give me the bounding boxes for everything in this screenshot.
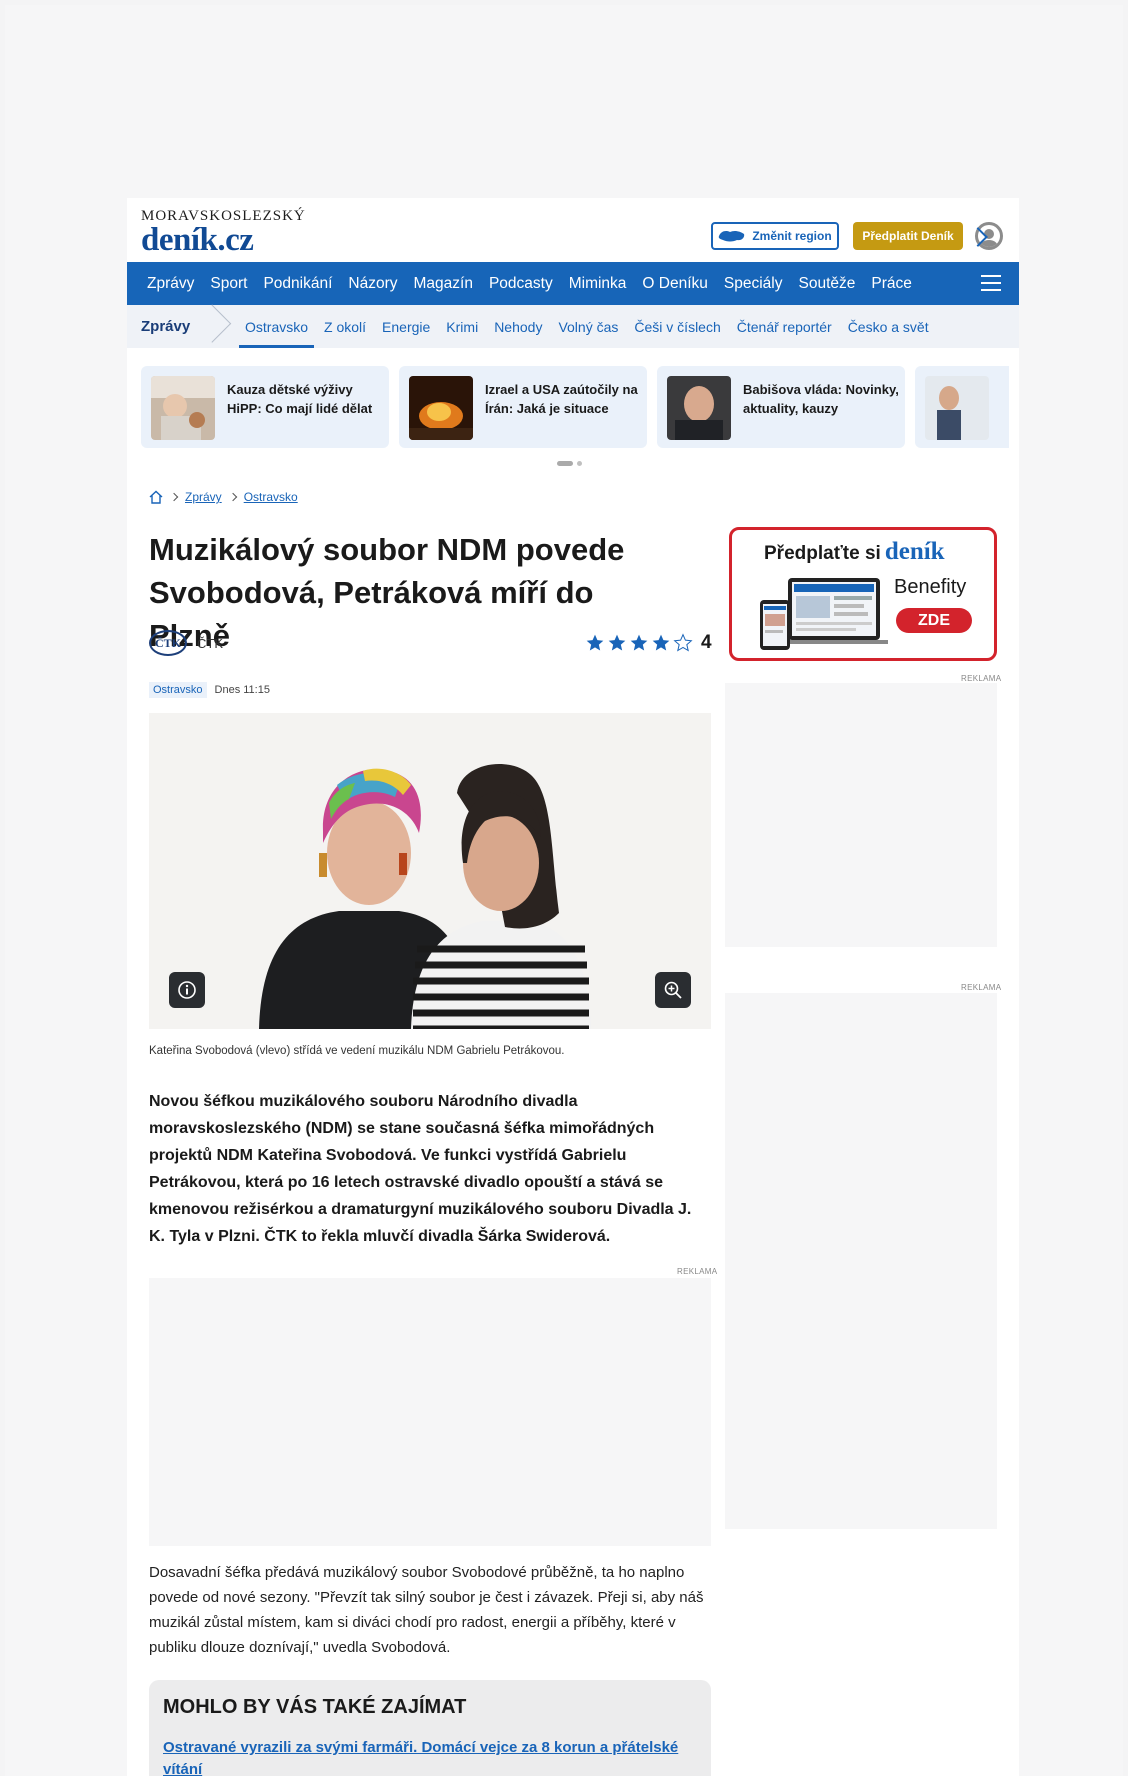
- teaser-title: Kauza dětské výživy HiPP: Co mají lidé d…: [227, 382, 373, 416]
- teaser-card[interactable]: [915, 366, 1009, 448]
- chevron-right-icon: [228, 492, 237, 502]
- teaser-thumbnail: [151, 376, 215, 440]
- related-articles: MOHLO BY VÁS TAKÉ ZAJÍMAT Ostravané vyra…: [149, 1680, 711, 1776]
- subnav-separator: [205, 305, 219, 348]
- carousel-dots: [557, 461, 582, 466]
- breadcrumb: Zprávy Ostravsko: [149, 490, 298, 504]
- article-time: Dnes 11:15: [214, 684, 270, 696]
- article-tag[interactable]: Ostravsko: [149, 682, 207, 698]
- breadcrumb-link-ostravsko[interactable]: Ostravsko: [244, 490, 298, 504]
- nav-item-o-deniku[interactable]: O Deníku: [634, 275, 715, 293]
- sidebar-ad-slot[interactable]: [725, 993, 997, 1529]
- teaser-thumbnail: [409, 376, 473, 440]
- nav-item-miminka[interactable]: Miminka: [561, 275, 635, 293]
- chevron-right-icon: [169, 492, 179, 502]
- promo-brand: deník: [884, 538, 945, 565]
- subnav-item-ostravsko[interactable]: Ostravsko: [237, 305, 316, 348]
- subnav-item-krimi[interactable]: Krimi: [438, 305, 486, 348]
- subscription-promo[interactable]: Předplaťte si deník Benefity ZDE: [729, 527, 997, 661]
- subnav-item-cesi-v-cislech[interactable]: Češi v číslech: [626, 305, 728, 348]
- ad-slot[interactable]: [149, 1278, 711, 1546]
- article-source: ČTK ČTK: [149, 630, 223, 656]
- teaser-card[interactable]: Izrael a USA zaútočily na Írán: Jaká je …: [399, 366, 647, 448]
- promo-text: Předplaťte si: [764, 543, 881, 564]
- teaser-thumbnail: [667, 376, 731, 440]
- nav-item-magazin[interactable]: Magazín: [406, 275, 481, 293]
- subnav-item-z-okoli[interactable]: Z okolí: [316, 305, 374, 348]
- article-meta: Ostravsko Dnes 11:15: [149, 682, 270, 698]
- nav-item-prace[interactable]: Práce: [863, 275, 920, 293]
- devices-illustration: [760, 578, 888, 650]
- promo-heading: Předplaťte si deník: [764, 538, 945, 566]
- promo-cta-button[interactable]: ZDE: [896, 608, 972, 633]
- nav-item-zpravy[interactable]: Zprávy: [139, 275, 202, 293]
- related-heading: MOHLO BY VÁS TAKÉ ZAJÍMAT: [163, 1696, 467, 1718]
- article-author[interactable]: ČTK: [197, 636, 223, 651]
- menu-icon[interactable]: [981, 275, 1001, 291]
- ad-label: REKLAMA: [961, 983, 1002, 992]
- article-photo[interactable]: [149, 713, 711, 1029]
- star-icon[interactable]: [629, 633, 649, 653]
- ad-label: REKLAMA: [961, 674, 1002, 683]
- subnav-item-ctenar-reporter[interactable]: Čtenář reportér: [729, 305, 840, 348]
- zoom-icon[interactable]: [655, 972, 691, 1008]
- subnav-item-energie[interactable]: Energie: [374, 305, 438, 348]
- article-rating[interactable]: 4: [585, 632, 712, 654]
- photo-caption: Kateřina Svobodová (vlevo) střídá ve ved…: [149, 1045, 565, 1057]
- carousel-dot[interactable]: [577, 461, 582, 466]
- home-icon[interactable]: [149, 490, 163, 504]
- breadcrumb-link-zpravy[interactable]: Zprávy: [185, 490, 222, 504]
- nav-item-specialy[interactable]: Speciály: [716, 275, 791, 293]
- nav-item-sport[interactable]: Sport: [202, 275, 255, 293]
- ctk-logo: ČTK: [149, 630, 187, 656]
- ad-label: REKLAMA: [677, 1267, 718, 1276]
- logo-main: deník.cz: [141, 222, 254, 258]
- teaser-title: Babišova vláda: Novinky, aktuality, kauz…: [743, 382, 899, 416]
- main-nav: Zprávy Sport Podnikání Názory Magazín Po…: [127, 262, 1019, 305]
- star-icon[interactable]: [585, 633, 605, 653]
- subnav-item-cesko-a-svet[interactable]: Česko a svět: [840, 305, 937, 348]
- change-region-button[interactable]: Změnit region: [711, 222, 839, 250]
- star-empty-icon[interactable]: [673, 633, 693, 653]
- nav-item-nazory[interactable]: Názory: [340, 275, 405, 293]
- change-region-label: Změnit region: [752, 229, 832, 243]
- promo-benefits: Benefity: [894, 576, 967, 598]
- rating-value: 4: [701, 632, 712, 653]
- subscribe-button[interactable]: Předplatit Deník: [853, 222, 963, 250]
- sidebar-ad-slot[interactable]: [725, 683, 997, 947]
- star-icon[interactable]: [651, 633, 671, 653]
- related-article-link[interactable]: Ostravané vyrazili za svými farmáři. Dom…: [163, 1737, 697, 1776]
- nav-item-podnikani[interactable]: Podnikání: [255, 275, 340, 293]
- subnav-section-title[interactable]: Zprávy: [127, 318, 205, 335]
- site-logo[interactable]: MORAVSKOSLEZSKÝ deník.cz: [141, 208, 306, 258]
- teaser-card[interactable]: Babišova vláda: Novinky, aktuality, kauz…: [657, 366, 905, 448]
- teaser-thumbnail: [925, 376, 989, 440]
- article-perex: Novou šéfkou muzikálového souboru Národn…: [149, 1093, 692, 1245]
- carousel-dot-active[interactable]: [557, 461, 573, 466]
- star-icon[interactable]: [607, 633, 627, 653]
- info-icon[interactable]: [169, 972, 205, 1008]
- article-paragraph: Dosavadní šéfka předává muzikálový soubo…: [149, 1564, 704, 1656]
- page-background: MORAVSKOSLEZSKÝ deník.cz Změnit region P…: [5, 5, 1123, 1776]
- teaser-title: Izrael a USA zaútočily na Írán: Jaká je …: [485, 382, 638, 416]
- article-title: Muzikálový soubor NDM povede Svobodová, …: [149, 532, 625, 653]
- nav-item-podcasty[interactable]: Podcasty: [481, 275, 561, 293]
- subnav-item-nehody[interactable]: Nehody: [486, 305, 550, 348]
- subnav-item-volny-cas[interactable]: Volný čas: [550, 305, 626, 348]
- topic-carousel: Kauza dětské výživy HiPP: Co mají lidé d…: [141, 366, 1009, 448]
- site-container: MORAVSKOSLEZSKÝ deník.cz Změnit region P…: [127, 198, 1019, 1776]
- region-map-icon: [719, 230, 745, 242]
- sub-nav: Zprávy Ostravsko Z okolí Energie Krimi N…: [127, 305, 1019, 348]
- nav-item-souteze[interactable]: Soutěže: [791, 275, 864, 293]
- teaser-card[interactable]: Kauza dětské výživy HiPP: Co mají lidé d…: [141, 366, 389, 448]
